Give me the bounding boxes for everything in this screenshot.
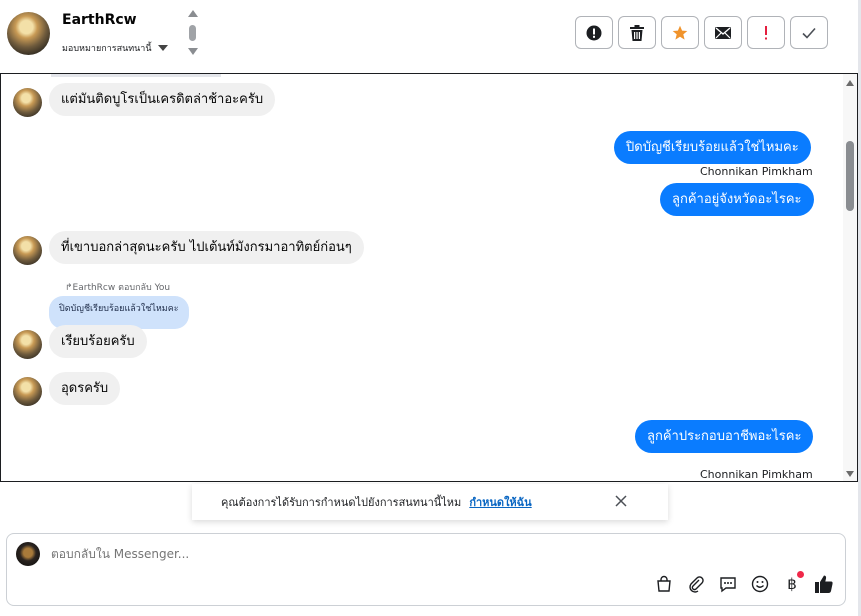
shopping-bag-icon xyxy=(657,575,671,592)
like-button[interactable] xyxy=(814,574,834,594)
contact-name[interactable]: EarthRcw xyxy=(62,12,137,28)
contact-avatar[interactable] xyxy=(7,12,50,55)
alert-circle-icon xyxy=(586,25,602,40)
scroll-thumb[interactable] xyxy=(189,25,196,41)
delete-button[interactable] xyxy=(618,16,656,49)
scroll-up-arrow-icon[interactable] xyxy=(846,80,854,86)
avatar xyxy=(13,88,42,117)
trash-icon xyxy=(630,24,644,41)
saved-replies-button[interactable] xyxy=(718,574,738,594)
spam-button[interactable] xyxy=(747,16,785,49)
banner-text: คุณต้องการได้รับการกำหนดไปยังการสนทนานี้… xyxy=(221,496,462,509)
assign-banner: คุณต้องการได้รับการกำหนดไปยังการสนทนานี้… xyxy=(192,484,668,520)
reply-indicator: ↱EarthRcw ตอบกลับ You xyxy=(65,283,171,293)
star-icon xyxy=(672,25,688,40)
attach-button[interactable] xyxy=(686,574,706,594)
star-button[interactable] xyxy=(661,16,699,49)
page-avatar xyxy=(16,542,40,566)
mark-unread-button[interactable] xyxy=(704,16,742,49)
exclamation-icon xyxy=(765,25,767,39)
scroll-thumb[interactable] xyxy=(846,141,854,211)
reply-arrow-icon: ↱ xyxy=(65,283,73,293)
message-thread[interactable]: แต่มันติดบูโรเป็นเครดิตล่าช้าอะครับ ปิดบ… xyxy=(0,73,858,482)
reply-composer: ฿ xyxy=(6,533,846,606)
message-bubble-outgoing[interactable]: ลูกค้าประกอบอาชีพอะไรคะ xyxy=(635,420,814,453)
message-bubble-incoming[interactable]: ที่เขาบอกล่าสุดนะครับ ไปเต้นท์มังกรมาอาท… xyxy=(49,231,364,264)
thread-scrollbar[interactable] xyxy=(843,74,857,481)
thumbs-up-icon xyxy=(815,575,833,593)
shop-button[interactable] xyxy=(654,574,674,594)
message-bubble-incoming[interactable]: แต่มันติดบูโรเป็นเครดิตล่าช้าอะครับ xyxy=(49,83,276,116)
composer-toolbar: ฿ xyxy=(654,571,834,594)
mail-icon xyxy=(715,26,731,39)
done-button[interactable] xyxy=(790,16,828,49)
conversation-header: EarthRcw มอบหมายการสนทนานี้ xyxy=(0,0,861,72)
avatar xyxy=(13,377,42,406)
assign-to-me-link[interactable]: กำหนดให้ฉัน xyxy=(469,493,531,511)
paperclip-icon xyxy=(689,576,704,593)
message-bubble-incoming[interactable]: เรียบร้อยครับ xyxy=(49,325,147,358)
assign-label: มอบหมายการสนทนานี้ xyxy=(62,44,152,54)
check-icon xyxy=(802,27,816,39)
sender-name: Chonnikan Pimkham xyxy=(700,468,813,481)
scroll-down-arrow-icon[interactable] xyxy=(846,471,854,477)
close-icon[interactable] xyxy=(614,494,628,508)
avatar xyxy=(13,330,42,359)
avatar xyxy=(13,236,42,265)
scroll-up-arrow-icon[interactable] xyxy=(188,10,198,17)
scroll-down-arrow-icon[interactable] xyxy=(188,48,198,55)
message-bubble-outgoing[interactable]: ลูกค้าอยู่จังหวัดอะไรคะ xyxy=(660,183,814,216)
message-bubble-outgoing[interactable]: ปิดบัญชีเรียบร้อยแล้วใช่ไหมคะ xyxy=(614,131,811,164)
emoji-button[interactable] xyxy=(750,574,770,594)
baht-icon: ฿ xyxy=(787,575,797,593)
chevron-down-icon xyxy=(157,45,168,51)
report-button[interactable] xyxy=(575,16,613,49)
chat-bubble-icon xyxy=(720,577,736,593)
message-bubble-incoming[interactable]: อุดรครับ xyxy=(49,372,121,405)
sender-name: Chonnikan Pimkham xyxy=(700,165,813,178)
conversation-actions xyxy=(575,16,828,49)
notification-dot xyxy=(797,571,804,578)
smiley-icon xyxy=(751,575,769,593)
clipped-message-edge xyxy=(51,74,221,77)
assign-dropdown[interactable]: มอบหมายการสนทนานี้ xyxy=(62,41,168,55)
reply-input[interactable] xyxy=(51,547,651,561)
header-scrollbar[interactable] xyxy=(187,10,199,58)
payment-button[interactable]: ฿ xyxy=(782,571,804,594)
